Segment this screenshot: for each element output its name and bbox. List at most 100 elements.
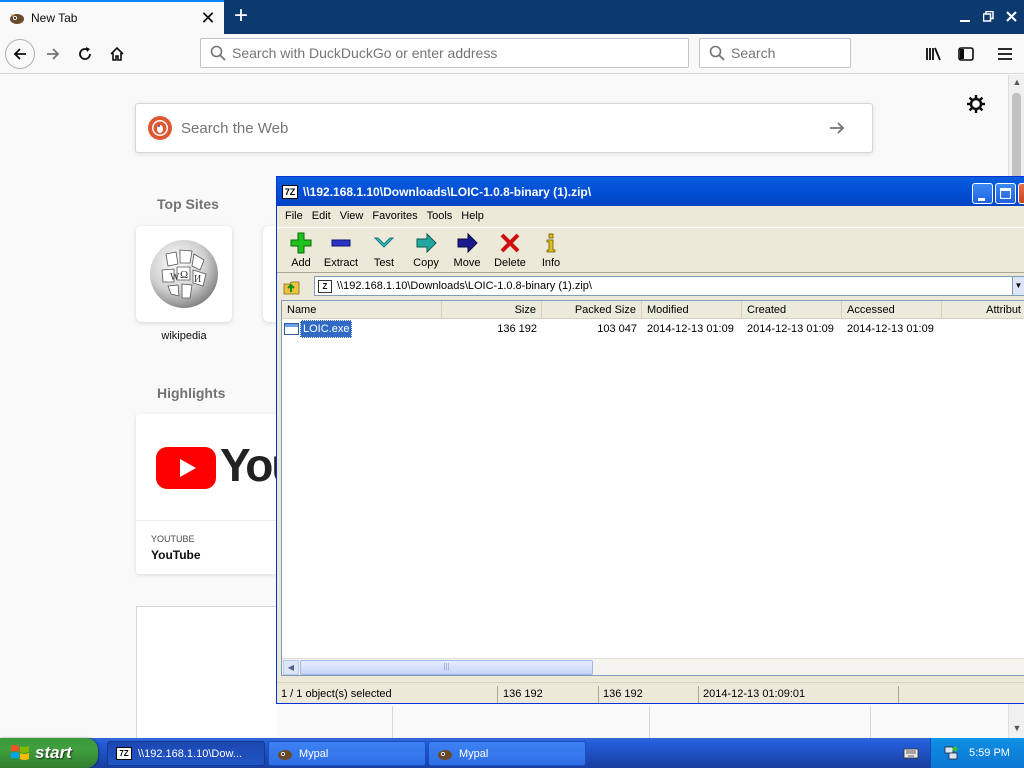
- column-packed-size[interactable]: Packed Size: [542, 301, 642, 319]
- file-list: Name Size Packed Size Modified Created A…: [281, 300, 1024, 676]
- back-arrow-icon: [5, 39, 35, 69]
- column-attributes[interactable]: Attribut: [942, 301, 1024, 319]
- url-bar[interactable]: [200, 38, 689, 68]
- highlight-card-empty: [136, 606, 277, 738]
- restore-icon[interactable]: [977, 0, 999, 34]
- menu-file[interactable]: File: [285, 210, 303, 222]
- 7zip-app-icon: 7Z: [282, 184, 298, 199]
- scroll-left-icon[interactable]: ◀: [283, 660, 299, 675]
- svg-text:W: W: [170, 272, 180, 283]
- duckduckgo-logo-icon: [148, 116, 172, 140]
- svg-text:Ω: Ω: [180, 269, 188, 281]
- copy-button[interactable]: Copy: [404, 230, 448, 272]
- column-name[interactable]: Name: [282, 301, 442, 319]
- forward-button[interactable]: [38, 39, 68, 69]
- taskbar-button-mypal[interactable]: Mypal: [268, 741, 426, 766]
- minimize-icon[interactable]: [954, 0, 976, 34]
- tab-new-tab[interactable]: New Tab ✕: [0, 0, 224, 34]
- keyboard-icon[interactable]: [903, 746, 919, 760]
- divider: [649, 706, 650, 738]
- window-title: \\192.168.1.10\Downloads\LOIC-1.0.8-bina…: [303, 184, 592, 199]
- sidebar-button[interactable]: [951, 39, 981, 69]
- minimize-icon[interactable]: [972, 183, 993, 204]
- tab-title: New Tab: [31, 11, 78, 25]
- system-tray: 5:59 PM: [930, 738, 1024, 768]
- horizontal-scrollbar[interactable]: ◀ |||: [282, 658, 1024, 675]
- browser-toolbar: [0, 34, 1024, 74]
- table-row[interactable]: LOIC.exe 136 192 103 047 2014-12-13 01:0…: [282, 320, 1024, 338]
- highlights-heading: Highlights: [157, 385, 226, 401]
- taskbar-button-7zip[interactable]: 7Z \\192.168.1.10\Dow...: [107, 741, 265, 766]
- gear-icon[interactable]: [966, 94, 988, 116]
- youtube-logo-icon: [156, 447, 216, 489]
- reload-icon: [79, 47, 91, 60]
- taskbar-button-label: \\192.168.1.10\Dow...: [138, 747, 242, 760]
- network-icon[interactable]: [943, 745, 959, 761]
- move-button[interactable]: Move: [445, 230, 489, 272]
- folder-up-icon[interactable]: [283, 278, 301, 296]
- hamburger-menu-icon: [998, 48, 1012, 60]
- library-icon: [926, 47, 941, 61]
- menu-button[interactable]: [990, 39, 1020, 69]
- close-tab-icon[interactable]: ✕: [198, 8, 218, 28]
- test-button[interactable]: Test: [362, 230, 406, 272]
- menu-edit[interactable]: Edit: [312, 210, 331, 222]
- top-site-tile[interactable]: Ω И W: [136, 226, 232, 322]
- top-site-tile-partial[interactable]: [263, 226, 277, 322]
- taskbar-button-label: Mypal: [299, 747, 329, 760]
- 7zip-badge: 7Z: [116, 747, 132, 760]
- add-button[interactable]: Add: [279, 230, 323, 272]
- highlight-title: YouTube: [151, 548, 201, 562]
- new-tab-button[interactable]: +: [226, 2, 256, 32]
- start-button[interactable]: start: [0, 738, 98, 768]
- close-icon[interactable]: [1018, 183, 1024, 204]
- highlight-card[interactable]: You YOUTUBE YouTube: [136, 414, 277, 574]
- delete-button[interactable]: Delete: [488, 230, 532, 272]
- web-search-input[interactable]: [181, 119, 821, 137]
- info-button[interactable]: Info: [529, 230, 573, 272]
- windows-logo-icon: [11, 745, 29, 760]
- menu-favorites[interactable]: Favorites: [372, 210, 417, 222]
- scrollbar-thumb[interactable]: |||: [300, 660, 593, 675]
- start-label: start: [35, 743, 72, 762]
- reload-button[interactable]: [70, 39, 100, 69]
- test-icon: [373, 237, 395, 248]
- search-input[interactable]: [731, 45, 841, 61]
- close-window-icon[interactable]: [1000, 0, 1022, 34]
- web-search-box[interactable]: [135, 103, 873, 153]
- menu-view[interactable]: View: [340, 210, 364, 222]
- file-list-header: Name Size Packed Size Modified Created A…: [282, 301, 1024, 319]
- column-modified[interactable]: Modified: [642, 301, 742, 319]
- maximize-icon[interactable]: [995, 183, 1016, 204]
- scroll-up-icon[interactable]: ▲: [1011, 77, 1023, 91]
- search-bar[interactable]: [699, 38, 851, 68]
- column-size[interactable]: Size: [442, 301, 542, 319]
- status-selection: 1 / 1 object(s) selected: [277, 686, 498, 703]
- scroll-down-icon[interactable]: ▼: [1011, 723, 1023, 737]
- info-label: Info: [541, 257, 561, 269]
- arrow-right-icon[interactable]: [827, 118, 847, 138]
- back-button[interactable]: [5, 39, 35, 69]
- 7zip-window: 7Z \\192.168.1.10\Downloads\LOIC-1.0.8-b…: [276, 176, 1024, 704]
- url-input[interactable]: [232, 45, 652, 61]
- column-accessed[interactable]: Accessed: [842, 301, 942, 319]
- file-name-cell[interactable]: LOIC.exe: [284, 320, 353, 338]
- column-created[interactable]: Created: [742, 301, 842, 319]
- 7zip-status-bar: 1 / 1 object(s) selected 136 192 136 192…: [277, 682, 1024, 703]
- file-size: 136 192: [497, 323, 537, 335]
- file-modified: 2014-12-13 01:09: [647, 323, 734, 335]
- mypal-icon: [437, 747, 453, 761]
- address-combobox[interactable]: Z \\192.168.1.10\Downloads\LOIC-1.0.8-bi…: [314, 276, 1024, 296]
- info-icon: [546, 233, 556, 253]
- extract-label: Extract: [323, 257, 359, 269]
- taskbar-button-mypal[interactable]: Mypal: [428, 741, 586, 766]
- extract-button[interactable]: Extract: [319, 230, 363, 272]
- menu-help[interactable]: Help: [461, 210, 484, 222]
- taskbar: start 7Z \\192.168.1.10\Dow... Mypal Myp…: [0, 738, 1024, 768]
- 7zip-title-bar[interactable]: 7Z \\192.168.1.10\Downloads\LOIC-1.0.8-b…: [277, 177, 1024, 206]
- menu-tools[interactable]: Tools: [427, 210, 453, 222]
- library-button[interactable]: [919, 39, 949, 69]
- home-button[interactable]: [102, 39, 132, 69]
- move-icon: [457, 232, 478, 254]
- chevron-down-icon[interactable]: ▼: [1012, 277, 1024, 295]
